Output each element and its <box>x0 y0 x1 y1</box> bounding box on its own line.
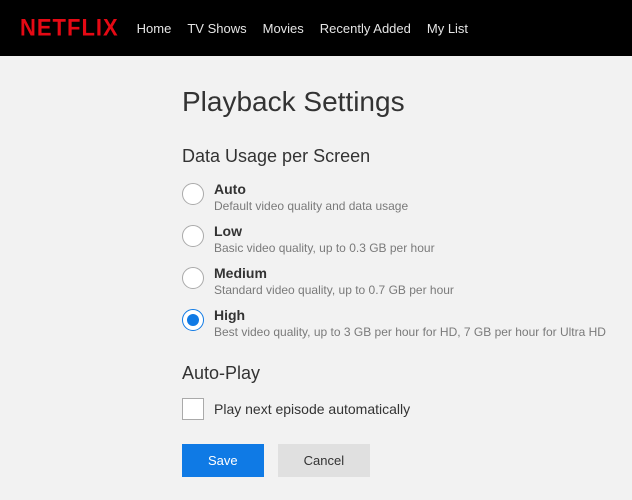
radio-text-low: Low Basic video quality, up to 0.3 GB pe… <box>214 223 435 255</box>
autoplay-section-title: Auto-Play <box>182 363 632 384</box>
radio-label-auto: Auto <box>214 181 408 197</box>
radio-desc-auto: Default video quality and data usage <box>214 199 408 213</box>
radio-text-auto: Auto Default video quality and data usag… <box>214 181 408 213</box>
radio-item-auto: Auto Default video quality and data usag… <box>182 181 632 213</box>
radio-auto[interactable] <box>182 183 204 205</box>
radio-text-high: High Best video quality, up to 3 GB per … <box>214 307 606 339</box>
radio-desc-low: Basic video quality, up to 0.3 GB per ho… <box>214 241 435 255</box>
radio-item-high: High Best video quality, up to 3 GB per … <box>182 307 632 339</box>
radio-desc-medium: Standard video quality, up to 0.7 GB per… <box>214 283 454 297</box>
radio-high[interactable] <box>182 309 204 331</box>
top-navbar: NETFLIX Home TV Shows Movies Recently Ad… <box>0 0 632 56</box>
radio-desc-high: Best video quality, up to 3 GB per hour … <box>214 325 606 339</box>
data-usage-radio-group: Auto Default video quality and data usag… <box>182 181 632 339</box>
main-content: Playback Settings Data Usage per Screen … <box>0 56 632 477</box>
radio-label-medium: Medium <box>214 265 454 281</box>
autoplay-checkbox-label: Play next episode automatically <box>214 401 410 417</box>
radio-item-low: Low Basic video quality, up to 0.3 GB pe… <box>182 223 632 255</box>
radio-low[interactable] <box>182 225 204 247</box>
nav-recently-added[interactable]: Recently Added <box>320 21 411 36</box>
cancel-button[interactable]: Cancel <box>278 444 370 477</box>
nav-movies[interactable]: Movies <box>263 21 304 36</box>
nav-links: Home TV Shows Movies Recently Added My L… <box>137 21 468 36</box>
nav-my-list[interactable]: My List <box>427 21 468 36</box>
nav-home[interactable]: Home <box>137 21 172 36</box>
radio-label-low: Low <box>214 223 435 239</box>
netflix-logo[interactable]: NETFLIX <box>20 14 119 43</box>
autoplay-checkbox-row: Play next episode automatically <box>182 398 632 420</box>
autoplay-checkbox[interactable] <box>182 398 204 420</box>
radio-text-medium: Medium Standard video quality, up to 0.7… <box>214 265 454 297</box>
save-button[interactable]: Save <box>182 444 264 477</box>
radio-item-medium: Medium Standard video quality, up to 0.7… <box>182 265 632 297</box>
radio-medium[interactable] <box>182 267 204 289</box>
data-usage-section-title: Data Usage per Screen <box>182 146 632 167</box>
nav-tv-shows[interactable]: TV Shows <box>187 21 246 36</box>
action-buttons: Save Cancel <box>182 444 632 477</box>
radio-label-high: High <box>214 307 606 323</box>
page-title: Playback Settings <box>182 86 632 118</box>
